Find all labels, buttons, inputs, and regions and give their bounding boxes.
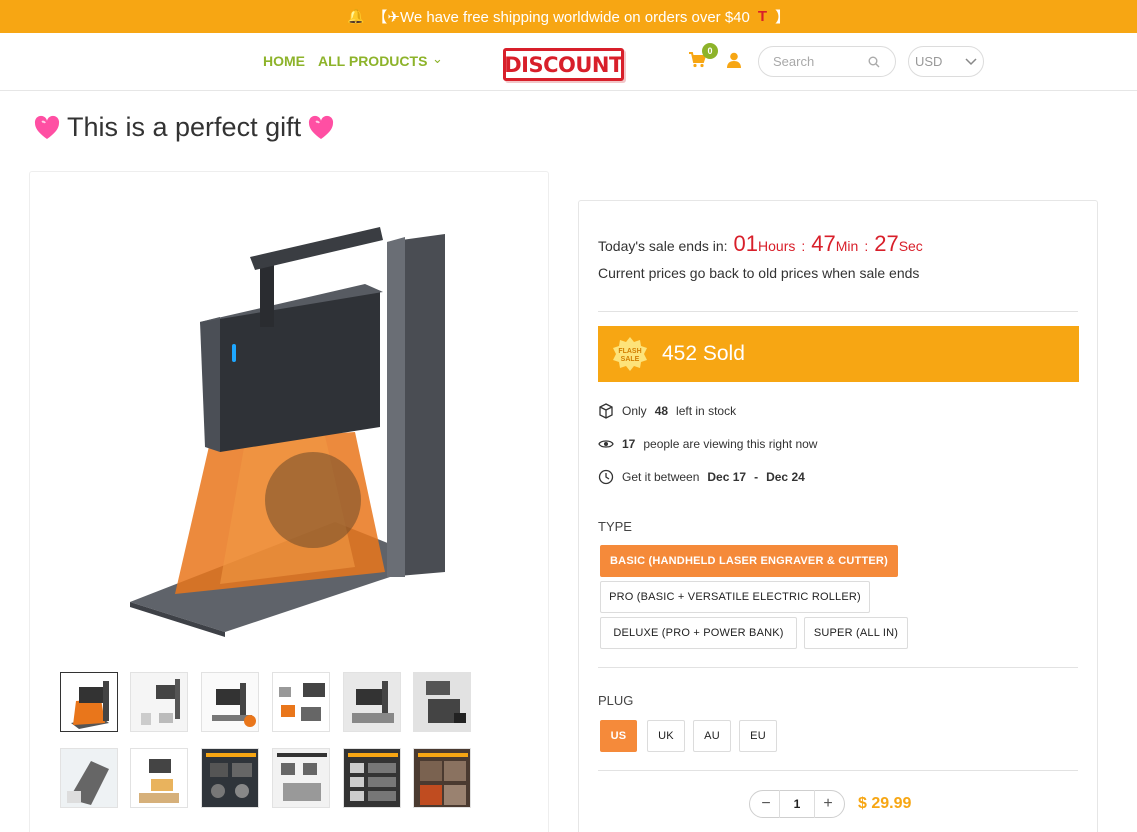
plug-option-uk[interactable]: UK: [647, 720, 685, 752]
page-title: This is a perfect gift: [33, 112, 335, 143]
plug-option-us[interactable]: US: [600, 720, 637, 752]
product-title: This is a perfect gift: [67, 112, 302, 142]
product-main-image[interactable]: [125, 222, 465, 642]
viewers-count: 17: [622, 437, 636, 451]
quantity-stepper: − 1 +: [749, 790, 845, 818]
thumbnail[interactable]: [130, 748, 188, 808]
bell-icon: 🔔: [346, 8, 365, 24]
announcement-bar: 🔔 【✈We have free shipping worldwide on o…: [0, 0, 1137, 33]
gift-icon: T: [757, 8, 768, 25]
chevron-down-icon: [965, 54, 977, 69]
thumbnail[interactable]: [413, 672, 471, 732]
sale-subtext: Current prices go back to old prices whe…: [598, 265, 920, 281]
search-icon[interactable]: [868, 55, 880, 73]
sale-countdown: Today's sale ends in: 01 Hours : 47 Min …: [598, 231, 923, 257]
type-option-pro[interactable]: PRO (BASIC + VERSATILE ELECTRIC ROLLER): [600, 581, 870, 613]
announcement-text: 【✈We have free shipping worldwide on ord…: [372, 9, 750, 26]
eye-icon: [598, 440, 614, 448]
cart-count-badge: 0: [702, 43, 718, 59]
product-info-panel: Today's sale ends in: 01 Hours : 47 Min …: [578, 200, 1098, 832]
countdown-hours-unit: Hours: [758, 238, 796, 254]
clock-icon: [598, 469, 614, 485]
thumbnail[interactable]: [60, 672, 118, 732]
site-header: HOME ALL PRODUCTS ⌄ DISCOUNT 0 USD: [0, 33, 1137, 91]
countdown-hours: 01: [733, 231, 759, 256]
type-option-deluxe[interactable]: DELUXE (PRO + POWER BANK): [600, 617, 797, 649]
delivery-separator: -: [754, 470, 759, 484]
thumbnail[interactable]: [130, 672, 188, 732]
search-input[interactable]: [773, 54, 868, 69]
currency-select[interactable]: USD: [908, 46, 984, 77]
chevron-down-icon[interactable]: ⌄: [432, 51, 443, 67]
nav-home[interactable]: HOME: [263, 53, 305, 69]
thumbnail[interactable]: [201, 672, 259, 732]
viewers-suffix: people are viewing this right now: [643, 437, 818, 451]
heart-icon: [34, 115, 60, 139]
nav-all-products[interactable]: ALL PRODUCTS: [318, 53, 427, 69]
delivery-start: Dec 17: [707, 470, 747, 484]
divider: [598, 667, 1078, 668]
stock-count: 48: [654, 404, 669, 418]
divider: [598, 770, 1078, 771]
thumbnail[interactable]: [272, 672, 330, 732]
stock-prefix: Only: [622, 404, 647, 418]
svg-text:FLASH: FLASH: [618, 348, 641, 355]
currency-value: USD: [915, 54, 943, 69]
delivery-end: Dec 24: [766, 470, 805, 484]
countdown-minutes: 47: [811, 231, 836, 256]
thumbnail[interactable]: [201, 748, 259, 808]
viewers-info: 17 people are viewing this right now: [598, 436, 817, 452]
delivery-info: Get it between Dec 17 - Dec 24: [598, 469, 805, 485]
svg-text:SALE: SALE: [621, 356, 640, 363]
divider: [598, 311, 1078, 312]
plug-option-au[interactable]: AU: [693, 720, 731, 752]
type-option-super[interactable]: SUPER (ALL IN): [804, 617, 908, 649]
quantity-value[interactable]: 1: [779, 790, 815, 818]
product-gallery: [29, 171, 549, 832]
quantity-decrease-button[interactable]: −: [756, 794, 776, 814]
site-logo[interactable]: DISCOUNT: [503, 48, 624, 81]
thumbnail[interactable]: [272, 748, 330, 808]
countdown-seconds: 27: [874, 231, 899, 256]
type-label: TYPE: [598, 519, 632, 534]
heart-icon: [309, 115, 334, 139]
plug-label: PLUG: [598, 693, 634, 708]
thumbnail[interactable]: [343, 748, 401, 808]
thumbnail[interactable]: [343, 672, 401, 732]
delivery-prefix: Get it between: [622, 470, 700, 484]
plug-option-eu[interactable]: EU: [739, 720, 777, 752]
thumbnail[interactable]: [60, 748, 118, 808]
countdown-minutes-unit: Min: [835, 238, 859, 254]
quantity-increase-button[interactable]: +: [818, 794, 838, 814]
flash-sale-banner: FLASH SALE 452 Sold: [598, 326, 1079, 382]
flash-sale-badge-icon: FLASH SALE: [613, 337, 647, 371]
thumbnail[interactable]: [413, 748, 471, 808]
stock-info: Only 48 left in stock: [598, 403, 736, 419]
search-box[interactable]: [758, 46, 896, 77]
box-icon: [599, 403, 613, 419]
countdown-separator: :: [801, 238, 806, 254]
announcement-close-bracket: 】: [775, 9, 791, 26]
product-price: $ 29.99: [858, 795, 912, 812]
countdown-separator: :: [864, 238, 869, 254]
countdown-seconds-unit: Sec: [898, 238, 923, 254]
user-icon[interactable]: [727, 52, 741, 73]
type-option-basic[interactable]: BASIC (HANDHELD LASER ENGRAVER & CUTTER): [600, 545, 898, 577]
sold-count: 452 Sold: [662, 342, 745, 365]
sale-label: Today's sale ends in:: [598, 238, 728, 254]
stock-suffix: left in stock: [676, 404, 737, 418]
